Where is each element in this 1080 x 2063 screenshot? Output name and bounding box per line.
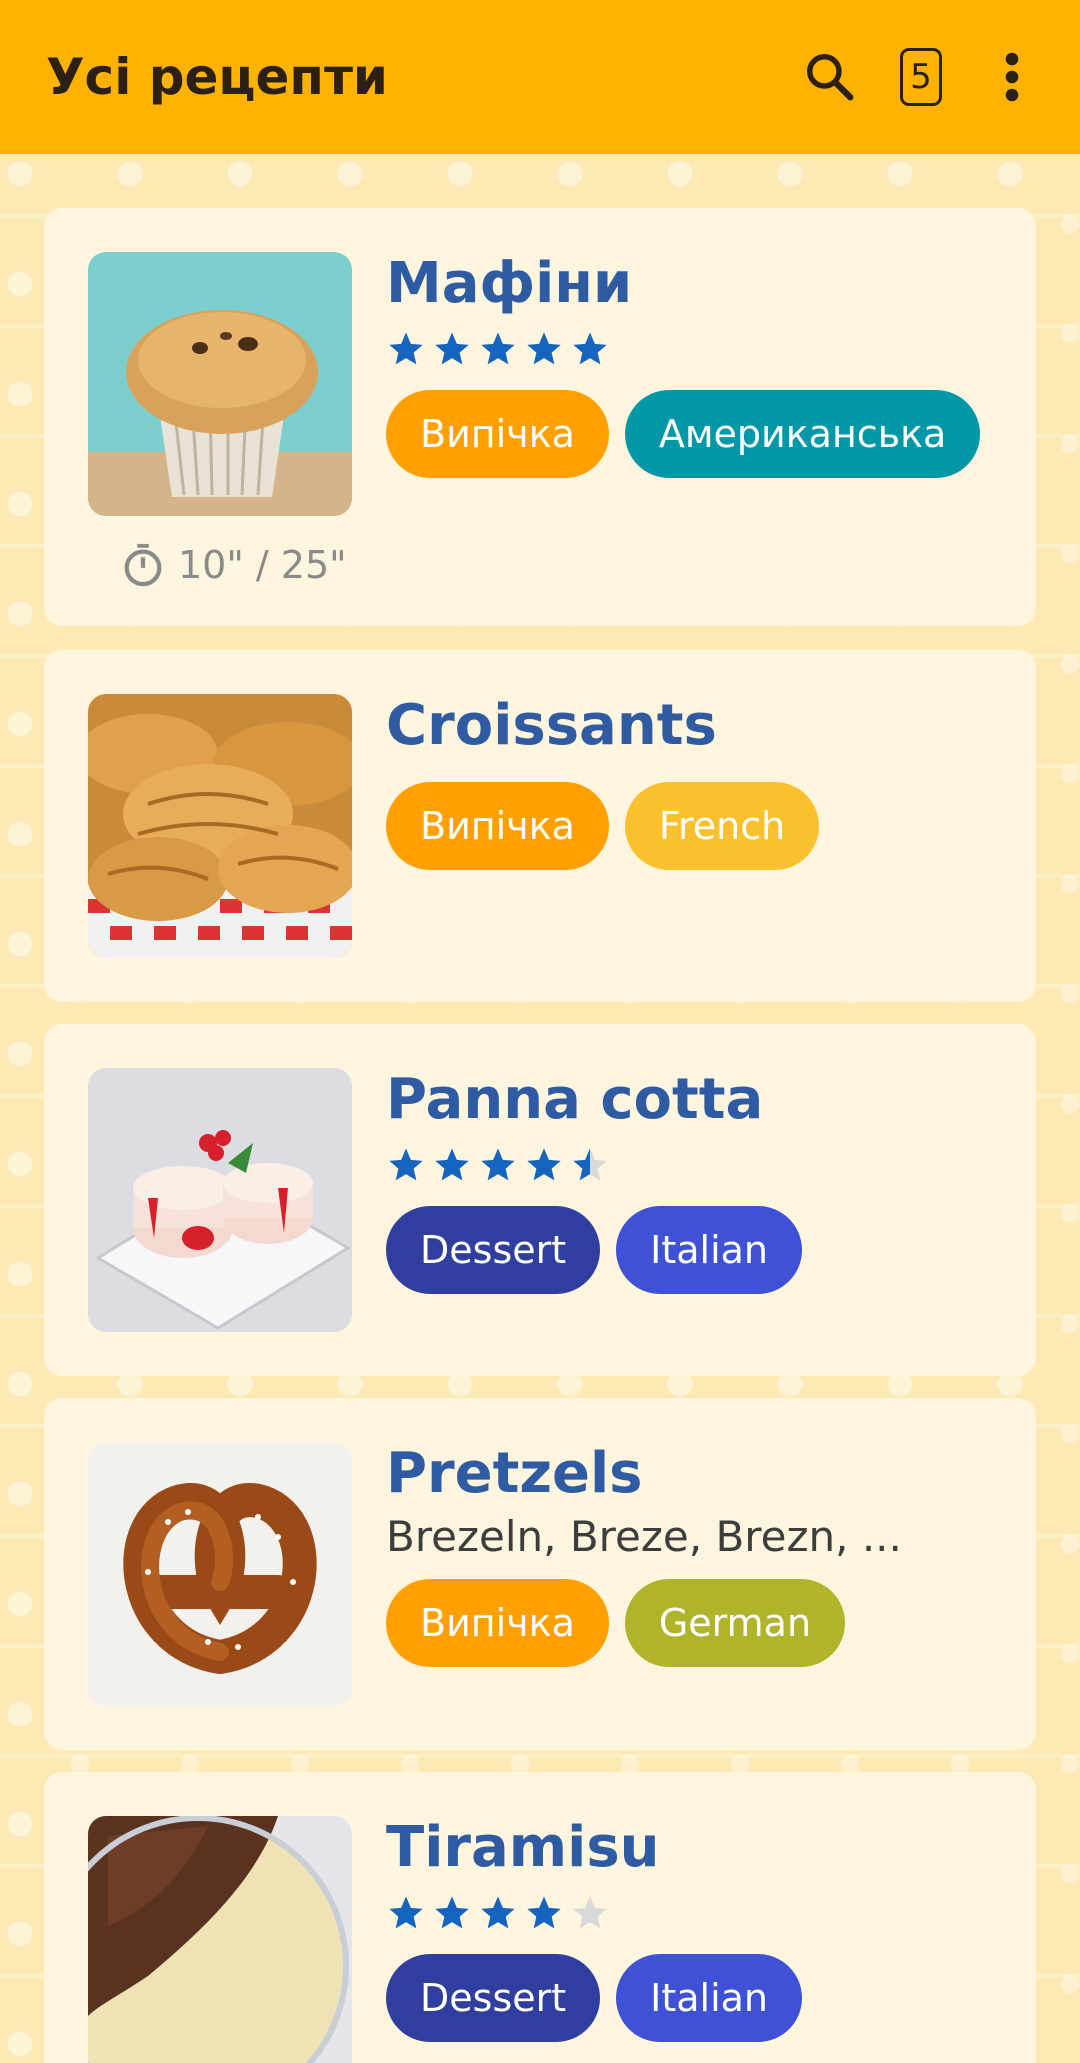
- tag-list: Випічка Американська: [386, 390, 1016, 479]
- star-icon: [389, 332, 423, 365]
- star-icon: [527, 1148, 561, 1181]
- recipe-title: Croissants: [386, 693, 717, 758]
- tag-chip-pastry[interactable]: Випічка: [386, 782, 609, 871]
- recipe-card-tiramisu[interactable]: Tiramisu Dessert Italian: [44, 1772, 1036, 2063]
- recipe-info: Panna cotta Dessert Italian: [386, 1067, 1016, 1295]
- recipe-card-croissants[interactable]: Croissants Випічка French: [44, 650, 1036, 1002]
- star-icon: [527, 332, 561, 365]
- tag-chip-dessert[interactable]: Dessert: [386, 1954, 601, 2043]
- timer-icon: [124, 543, 162, 587]
- recipe-info: Pretzels Brezeln, Breze, Brezn, ... Випі…: [386, 1441, 1016, 1668]
- recipe-image-tiramisu: [88, 1816, 352, 2063]
- star-icon: [481, 332, 515, 365]
- tag-chip-german[interactable]: German: [624, 1579, 846, 1668]
- more-vert-icon[interactable]: [982, 47, 1042, 107]
- recipe-title: Panna cotta: [386, 1067, 764, 1132]
- app-bar: Усі рецепти 5: [0, 0, 1080, 154]
- star-icon: [573, 332, 607, 365]
- search-icon[interactable]: [800, 47, 860, 107]
- recipe-info: Tiramisu Dessert Italian: [386, 1815, 1016, 2043]
- cooking-time-text: 10" / 25": [178, 543, 347, 587]
- recipe-title: Мафіни: [386, 251, 633, 316]
- star-icon: [389, 1148, 423, 1181]
- tag-chip-american[interactable]: Американська: [624, 390, 981, 479]
- app-bar-actions: 5: [800, 47, 1042, 107]
- recipe-card-pretzels[interactable]: Pretzels Brezeln, Breze, Brezn, ... Випі…: [44, 1398, 1036, 1750]
- recipe-image-croissants: [88, 694, 352, 958]
- recipe-info: Мафіни Випічка Американська: [386, 251, 1016, 479]
- star-icon: [435, 1148, 469, 1181]
- star-icon: [389, 1896, 423, 1929]
- tag-list: Випічка French: [386, 782, 1016, 871]
- tag-chip-french[interactable]: French: [624, 782, 820, 871]
- tag-chip-dessert[interactable]: Dessert: [386, 1206, 601, 1295]
- page-title: Усі рецепти: [46, 48, 388, 106]
- star-icon: [481, 1896, 515, 1929]
- star-icon: [527, 1896, 561, 1929]
- rating-stars: [386, 1890, 1016, 1936]
- recipe-card-muffins[interactable]: Мафіни Випічка Американська 10" / 25": [44, 208, 1036, 626]
- tag-chip-pastry[interactable]: Випічка: [386, 390, 609, 479]
- rating-stars: [386, 1142, 1016, 1188]
- recipe-title: Pretzels: [386, 1441, 643, 1506]
- recipe-title: Tiramisu: [386, 1815, 660, 1880]
- tag-list: Dessert Italian: [386, 1954, 1016, 2043]
- recipe-image-pretzel: [88, 1442, 352, 1706]
- recipe-image-muffin: [88, 252, 352, 516]
- recipe-image-panna-cotta: [88, 1068, 352, 1332]
- tag-list: Випічка German: [386, 1579, 1016, 1668]
- star-icon: [481, 1148, 515, 1181]
- star-half-icon: [573, 1148, 607, 1181]
- recipe-info: Croissants Випічка French: [386, 693, 1016, 871]
- tag-chip-italian[interactable]: Italian: [616, 1206, 803, 1295]
- recipe-count-badge[interactable]: 5: [900, 48, 942, 106]
- recipe-card-panna-cotta[interactable]: Panna cotta Dessert Italian: [44, 1024, 1036, 1376]
- star-empty-icon: [573, 1896, 607, 1929]
- star-icon: [435, 332, 469, 365]
- tag-list: Dessert Italian: [386, 1206, 1016, 1295]
- rating-stars: [386, 326, 1016, 372]
- star-icon: [435, 1896, 469, 1929]
- recipe-alt-names: Brezeln, Breze, Brezn, ...: [386, 1512, 902, 1562]
- tag-chip-italian[interactable]: Italian: [616, 1954, 803, 2043]
- cooking-time: 10" / 25": [120, 542, 347, 588]
- tag-chip-pastry[interactable]: Випічка: [386, 1579, 609, 1668]
